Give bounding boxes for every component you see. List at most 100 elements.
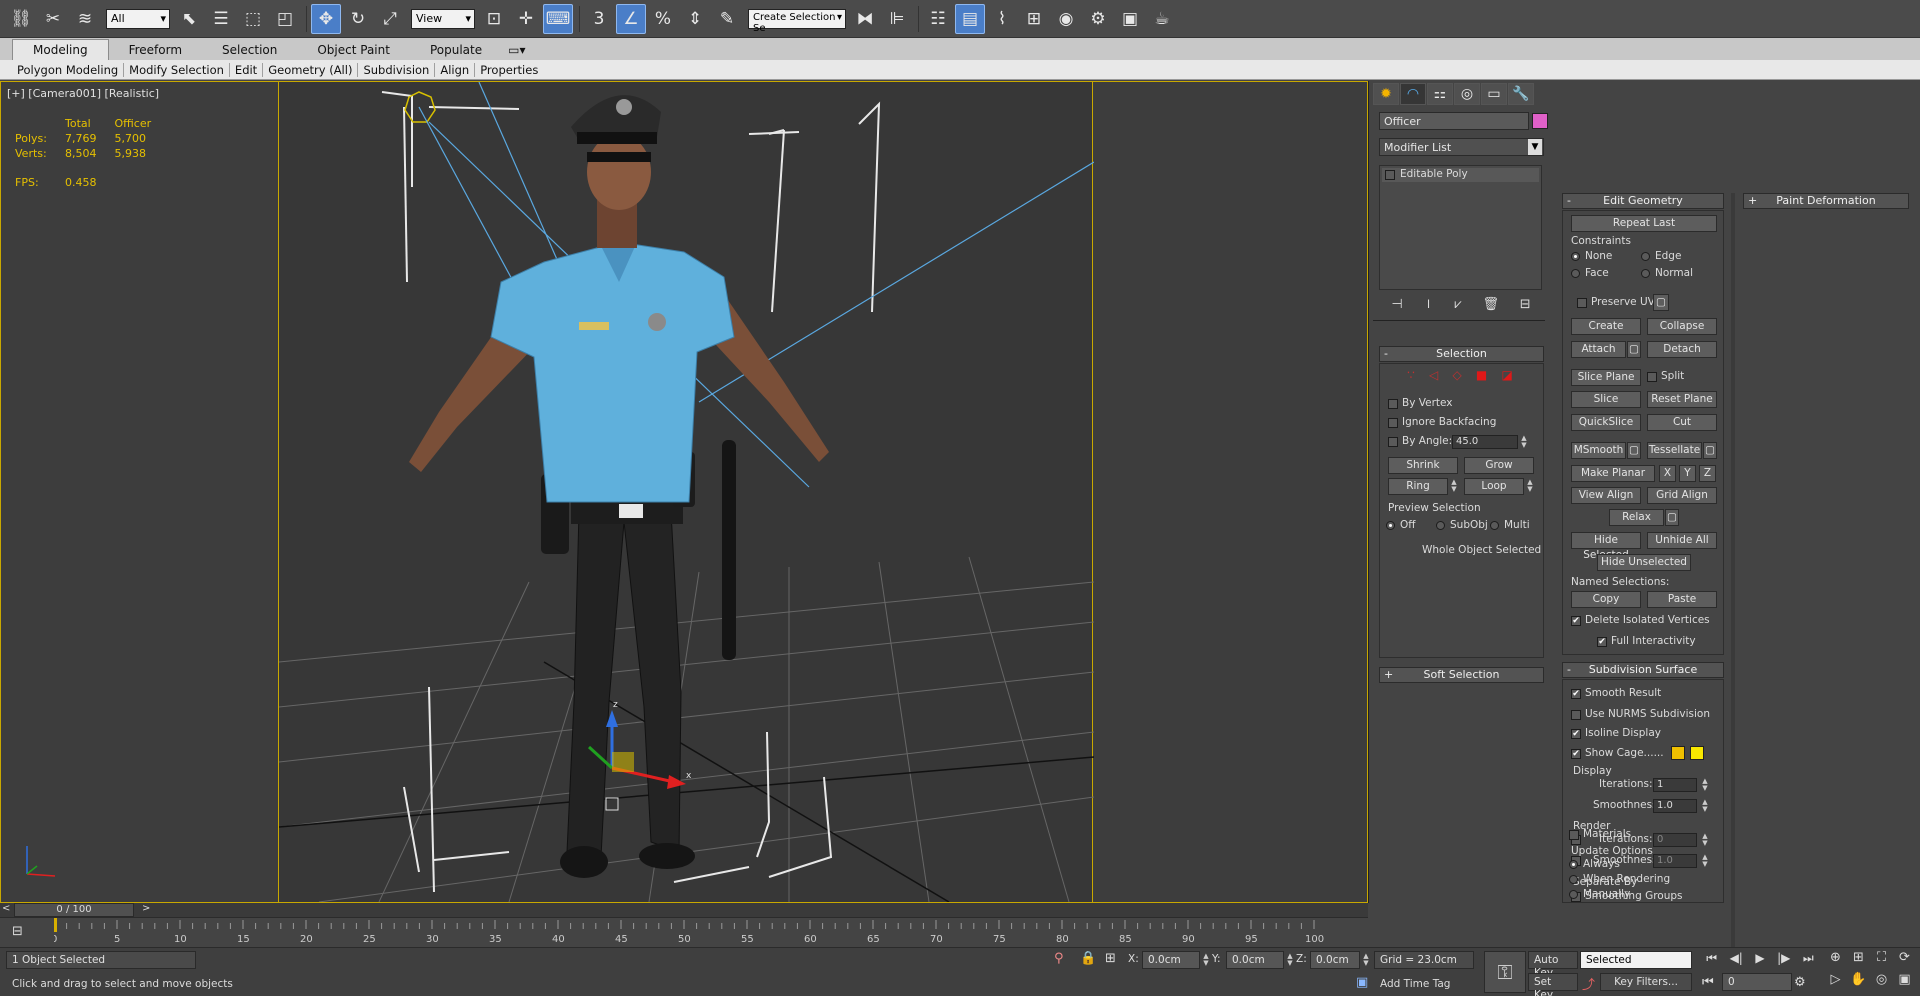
camera-viewport[interactable]: z x [+] [Camera001] [Realistic] Total Off… <box>0 81 1368 903</box>
tab-populate[interactable]: Populate <box>410 40 502 60</box>
ribbon-properties[interactable]: Properties <box>475 63 543 77</box>
repeat-last-button[interactable]: Repeat Last <box>1571 215 1717 232</box>
window-crossing-icon[interactable]: ◰ <box>270 4 300 34</box>
create-tab-icon[interactable]: ✹ <box>1373 83 1399 105</box>
display-smoothness-spinner[interactable]: 1.0 <box>1653 799 1697 813</box>
absolute-mode-icon[interactable]: ⊞ <box>1105 951 1116 966</box>
vertex-level-icon[interactable]: ∵ <box>1407 368 1415 382</box>
grow-button[interactable]: Grow <box>1464 457 1534 474</box>
object-name-field[interactable]: Officer <box>1379 112 1529 130</box>
ribbon-modify-selection[interactable]: Modify Selection <box>124 62 230 77</box>
bind-spacewarp-icon[interactable]: ≋ <box>70 4 100 34</box>
panel-scrollbar[interactable] <box>1731 193 1735 993</box>
selection-rollout-header[interactable]: - Selection <box>1379 346 1544 362</box>
key-tangent-icon[interactable]: ⤴ <box>1582 974 1595 993</box>
show-cage-checkbox[interactable]: ✔ <box>1571 749 1581 759</box>
set-key-button[interactable]: Set Key <box>1528 973 1578 996</box>
loop-spinner-arrows[interactable]: ▲ ▼ <box>1526 479 1534 493</box>
configure-modifier-sets-icon[interactable]: ⊟ <box>1520 297 1531 315</box>
y-coord-field[interactable]: 0.0cm <box>1226 951 1284 969</box>
tab-freeform[interactable]: Freeform <box>109 40 202 60</box>
current-frame-field[interactable]: 0 <box>1722 973 1792 991</box>
soft-selection-rollout-header[interactable]: + Soft Selection <box>1379 667 1544 683</box>
ribbon-options-icon[interactable]: ▭▾ <box>502 40 531 60</box>
make-unique-icon[interactable]: ⩗ <box>1454 297 1461 315</box>
display-iterations-arrows[interactable]: ▲ ▼ <box>1701 778 1709 792</box>
edge-level-icon[interactable]: ◁ <box>1429 368 1438 382</box>
render-setup-icon[interactable]: ⚙ <box>1083 4 1113 34</box>
polygon-level-icon[interactable]: ■ <box>1476 368 1487 382</box>
tab-modeling[interactable]: Modeling <box>12 39 109 60</box>
pin-stack-icon[interactable]: ⊣ <box>1391 297 1402 315</box>
preview-off-radio[interactable] <box>1386 521 1395 530</box>
preview-subobj-radio[interactable] <box>1436 521 1445 530</box>
motion-tab-icon[interactable]: ◎ <box>1454 83 1480 105</box>
layer-manager-icon[interactable]: ☷ <box>923 4 953 34</box>
x-coord-field[interactable]: 0.0cm <box>1142 951 1200 969</box>
material-editor-icon[interactable]: ◉ <box>1051 4 1081 34</box>
by-vertex-checkbox[interactable] <box>1388 399 1398 409</box>
link-icon[interactable]: ⛓ <box>6 4 36 34</box>
spinner-snap-icon[interactable]: ⇕ <box>680 4 710 34</box>
unhide-all-button[interactable]: Unhide All <box>1647 532 1717 549</box>
make-planar-button[interactable]: Make Planar <box>1571 465 1655 482</box>
tessellate-settings-button[interactable]: ▢ <box>1703 442 1717 459</box>
paste-button[interactable]: Paste <box>1647 591 1717 608</box>
isolate-selection-icon[interactable]: ⚲ <box>1054 951 1064 966</box>
remove-modifier-icon[interactable]: 🗑 <box>1482 297 1499 315</box>
add-time-tag-button[interactable]: Add Time Tag <box>1380 978 1450 990</box>
update-when-rendering-radio[interactable] <box>1569 875 1578 884</box>
ring-spinner-arrows[interactable]: ▲ ▼ <box>1450 479 1458 493</box>
keyboard-shortcut-override-icon[interactable]: ⌨ <box>543 3 573 34</box>
use-nurms-checkbox[interactable] <box>1571 710 1581 720</box>
planar-y-button[interactable]: Y <box>1679 465 1696 482</box>
zoom-extents-icon[interactable]: ⛶ <box>1870 950 1893 972</box>
preserve-uvs-checkbox[interactable] <box>1577 298 1587 308</box>
next-frame-icon[interactable]: |▶ <box>1777 951 1790 971</box>
border-level-icon[interactable]: ◇ <box>1452 368 1461 382</box>
loop-button[interactable]: Loop <box>1464 478 1524 495</box>
chevron-down-icon[interactable]: ▼ <box>1528 139 1542 155</box>
pan-icon[interactable]: ✋ <box>1847 972 1870 994</box>
detach-button[interactable]: Detach <box>1647 341 1717 358</box>
orbit-icon[interactable]: ⟳ <box>1893 950 1916 972</box>
cage-color-swatch-1[interactable] <box>1671 746 1685 760</box>
ribbon-align[interactable]: Align <box>435 62 476 77</box>
zoom-icon[interactable]: ⊕ <box>1824 950 1847 972</box>
utilities-tab-icon[interactable]: 🔧 <box>1508 83 1534 105</box>
go-to-end-icon[interactable]: ⏭ <box>1803 951 1814 971</box>
constraint-none-radio[interactable] <box>1571 252 1580 261</box>
preserve-uvs-settings-button[interactable]: ▢ <box>1653 294 1669 311</box>
slice-plane-button[interactable]: Slice Plane <box>1571 369 1641 386</box>
ribbon-geometry-all[interactable]: Geometry (All) <box>263 62 359 77</box>
attach-button[interactable]: Attach <box>1571 341 1626 358</box>
shrink-button[interactable]: Shrink <box>1388 457 1458 474</box>
snap-3d-icon[interactable]: 3 <box>584 4 614 34</box>
reference-coord-select[interactable]: View <box>411 8 475 29</box>
relax-settings-button[interactable]: ▢ <box>1665 509 1679 526</box>
set-key-key-icon[interactable]: ⚿ <box>1484 951 1526 993</box>
current-frame-marker[interactable] <box>54 918 57 932</box>
tessellate-button[interactable]: Tessellate <box>1647 442 1702 459</box>
zoom-all-icon[interactable]: ⊞ <box>1847 950 1870 972</box>
scene-canvas[interactable]: z x <box>279 82 1094 902</box>
time-slider-thumb[interactable]: 0 / 100 <box>14 903 134 917</box>
subdivision-rollout-header[interactable]: - Subdivision Surface <box>1562 662 1724 678</box>
x-coord-arrows[interactable]: ▲ ▼ <box>1202 953 1210 967</box>
quickslice-button[interactable]: QuickSlice <box>1571 414 1641 431</box>
field-of-view-icon[interactable]: ▷ <box>1824 972 1847 994</box>
percent-snap-icon[interactable]: % <box>648 4 678 34</box>
isoline-display-checkbox[interactable]: ✔ <box>1571 729 1581 739</box>
edit-named-sets-icon[interactable]: ✎ <box>712 4 742 34</box>
tab-selection[interactable]: Selection <box>202 40 297 60</box>
time-configuration-icon[interactable]: ⚙ <box>1794 975 1806 990</box>
grid-align-button[interactable]: Grid Align <box>1647 487 1717 504</box>
planar-z-button[interactable]: Z <box>1699 465 1716 482</box>
hierarchy-tab-icon[interactable]: ⚏ <box>1427 83 1453 105</box>
ring-button[interactable]: Ring <box>1388 478 1448 495</box>
element-level-icon[interactable]: ◪ <box>1502 368 1513 382</box>
modify-tab-icon[interactable]: ◠ <box>1400 83 1426 105</box>
show-end-result-icon[interactable]: ⏽ <box>1423 297 1433 315</box>
mirror-icon[interactable]: ⧓ <box>850 4 880 34</box>
full-interactivity-checkbox[interactable]: ✔ <box>1597 637 1607 647</box>
